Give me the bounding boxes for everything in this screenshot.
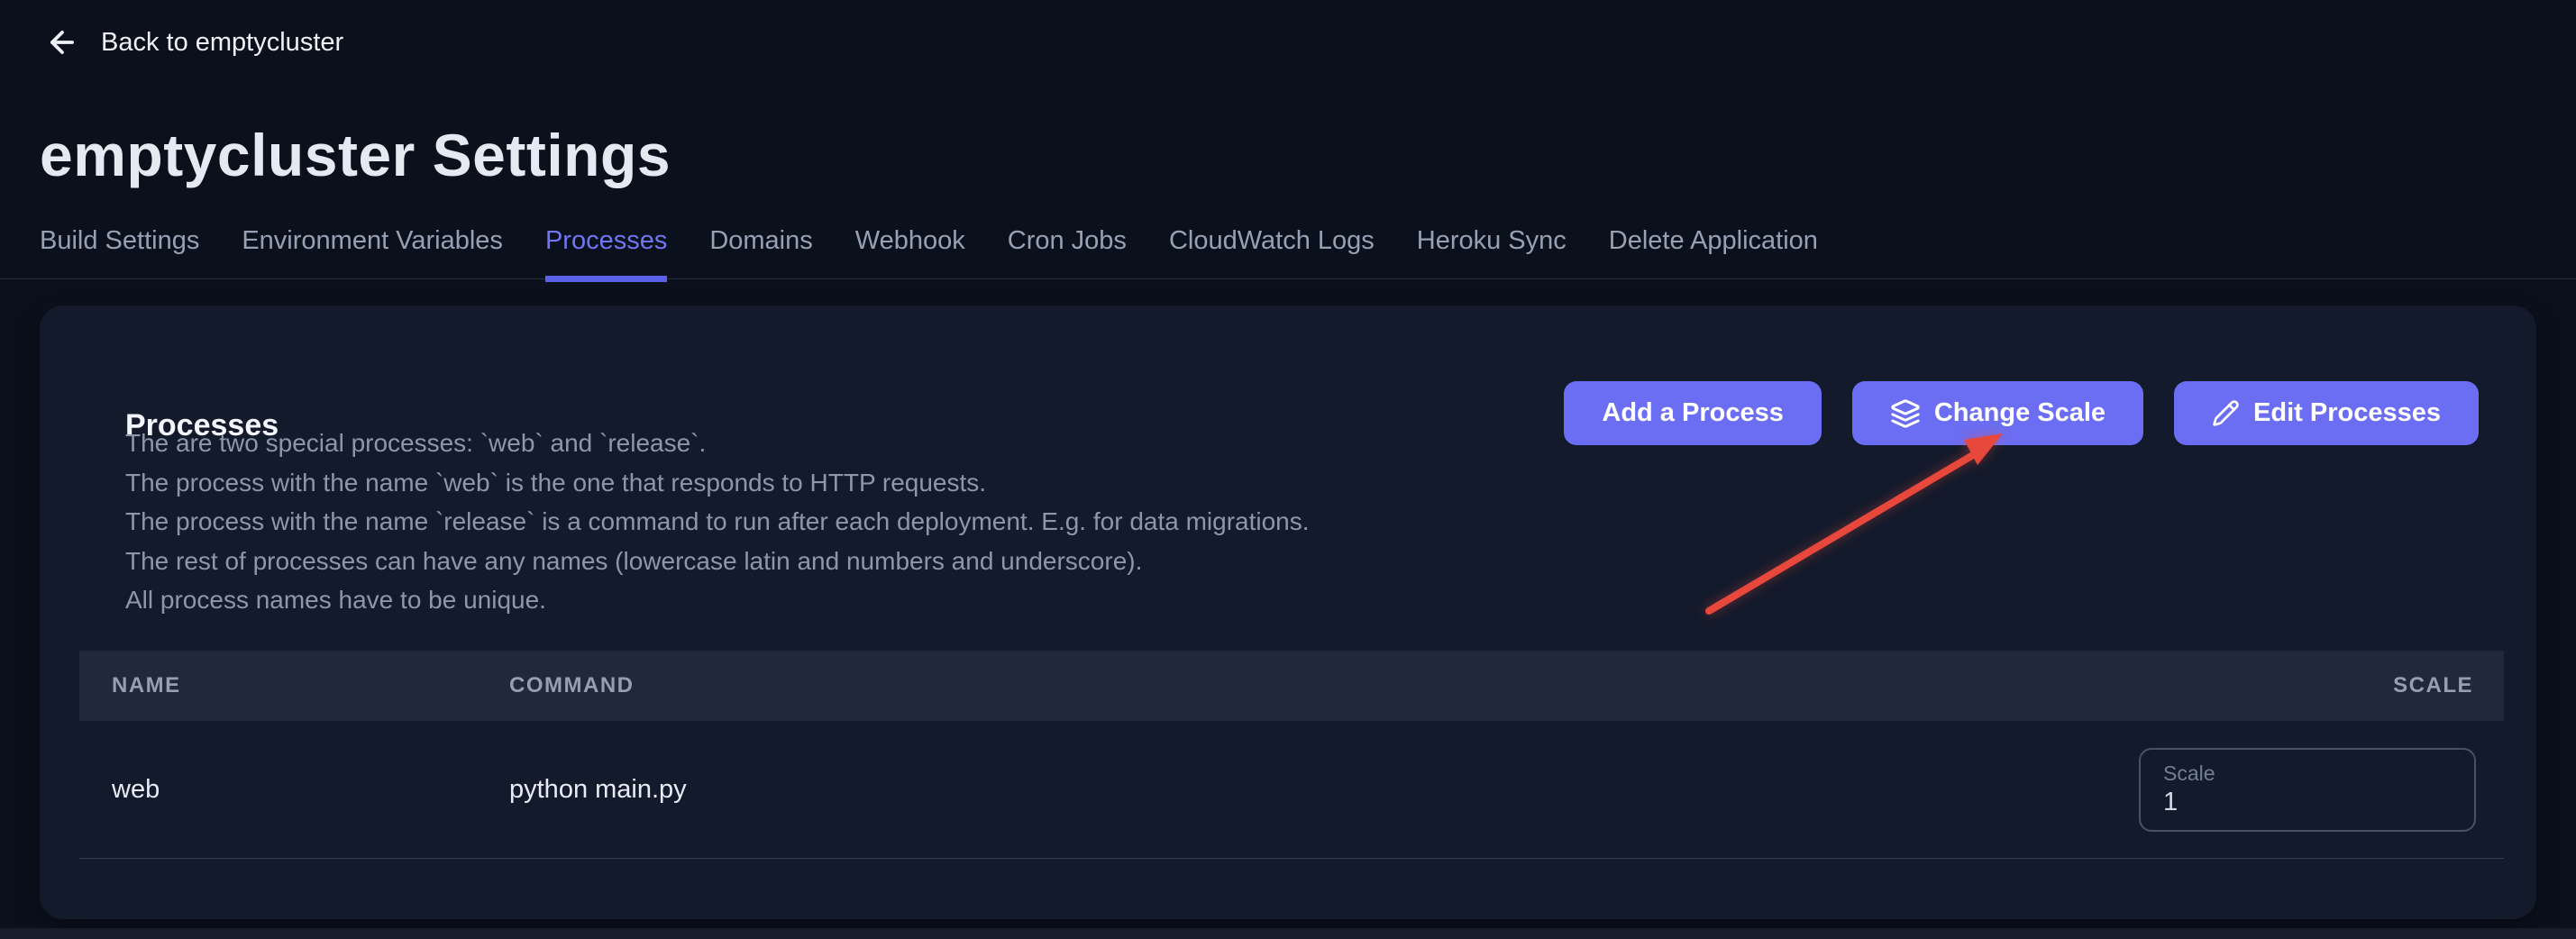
tab-cron-jobs[interactable]: Cron Jobs xyxy=(1008,203,1127,278)
arrow-left-icon xyxy=(45,25,79,59)
tab-environment-variables[interactable]: Environment Variables xyxy=(242,203,503,278)
actions-row: Add a Process Change Scale Edit Processe… xyxy=(1564,381,2479,445)
column-header-scale: SCALE xyxy=(1963,673,2504,698)
scale-input-box[interactable]: Scale xyxy=(2139,748,2476,832)
back-link[interactable]: Back to emptycluster xyxy=(45,25,343,59)
description-line: All process names have to be unique. xyxy=(125,580,1310,620)
tab-heroku-sync[interactable]: Heroku Sync xyxy=(1417,203,1567,278)
process-scale-cell: Scale xyxy=(1963,748,2504,832)
processes-panel: Processes The are two special processes:… xyxy=(40,305,2536,919)
pencil-icon xyxy=(2212,399,2240,427)
back-link-label: Back to emptycluster xyxy=(101,28,343,58)
next-section-edge xyxy=(0,928,2576,939)
scale-input-label: Scale xyxy=(2163,761,2474,786)
edit-processes-button[interactable]: Edit Processes xyxy=(2174,381,2479,445)
column-header-name: NAME xyxy=(79,673,509,698)
process-name-cell: web xyxy=(79,775,509,805)
layers-icon xyxy=(1890,398,1921,429)
tab-build-settings[interactable]: Build Settings xyxy=(40,203,199,278)
change-scale-button[interactable]: Change Scale xyxy=(1852,381,2143,445)
edit-processes-label: Edit Processes xyxy=(2253,398,2441,428)
description-line: The process with the name `release` is a… xyxy=(125,502,1310,542)
settings-tabs: Build Settings Environment Variables Pro… xyxy=(0,203,2576,279)
tab-domains[interactable]: Domains xyxy=(709,203,812,278)
tab-processes[interactable]: Processes xyxy=(545,203,667,278)
add-process-label: Add a Process xyxy=(1602,398,1783,428)
tab-delete-application[interactable]: Delete Application xyxy=(1609,203,1818,278)
column-header-command: COMMAND xyxy=(509,673,1963,698)
process-command-cell: python main.py xyxy=(509,775,1963,805)
description-line: The are two special processes: `web` and… xyxy=(125,424,1310,463)
description-line: The process with the name `web` is the o… xyxy=(125,463,1310,503)
process-row-web: web python main.py Scale xyxy=(79,721,2504,859)
panel-description: The are two special processes: `web` and… xyxy=(125,424,1310,620)
tab-webhook[interactable]: Webhook xyxy=(855,203,965,278)
scale-input[interactable] xyxy=(2163,788,2434,817)
page-title: emptycluster Settings xyxy=(40,121,671,189)
change-scale-label: Change Scale xyxy=(1934,398,2106,428)
description-line: The rest of processes can have any names… xyxy=(125,542,1310,581)
add-process-button[interactable]: Add a Process xyxy=(1564,381,1821,445)
tab-cloudwatch-logs[interactable]: CloudWatch Logs xyxy=(1169,203,1375,278)
processes-table-header: NAME COMMAND SCALE xyxy=(79,651,2504,721)
